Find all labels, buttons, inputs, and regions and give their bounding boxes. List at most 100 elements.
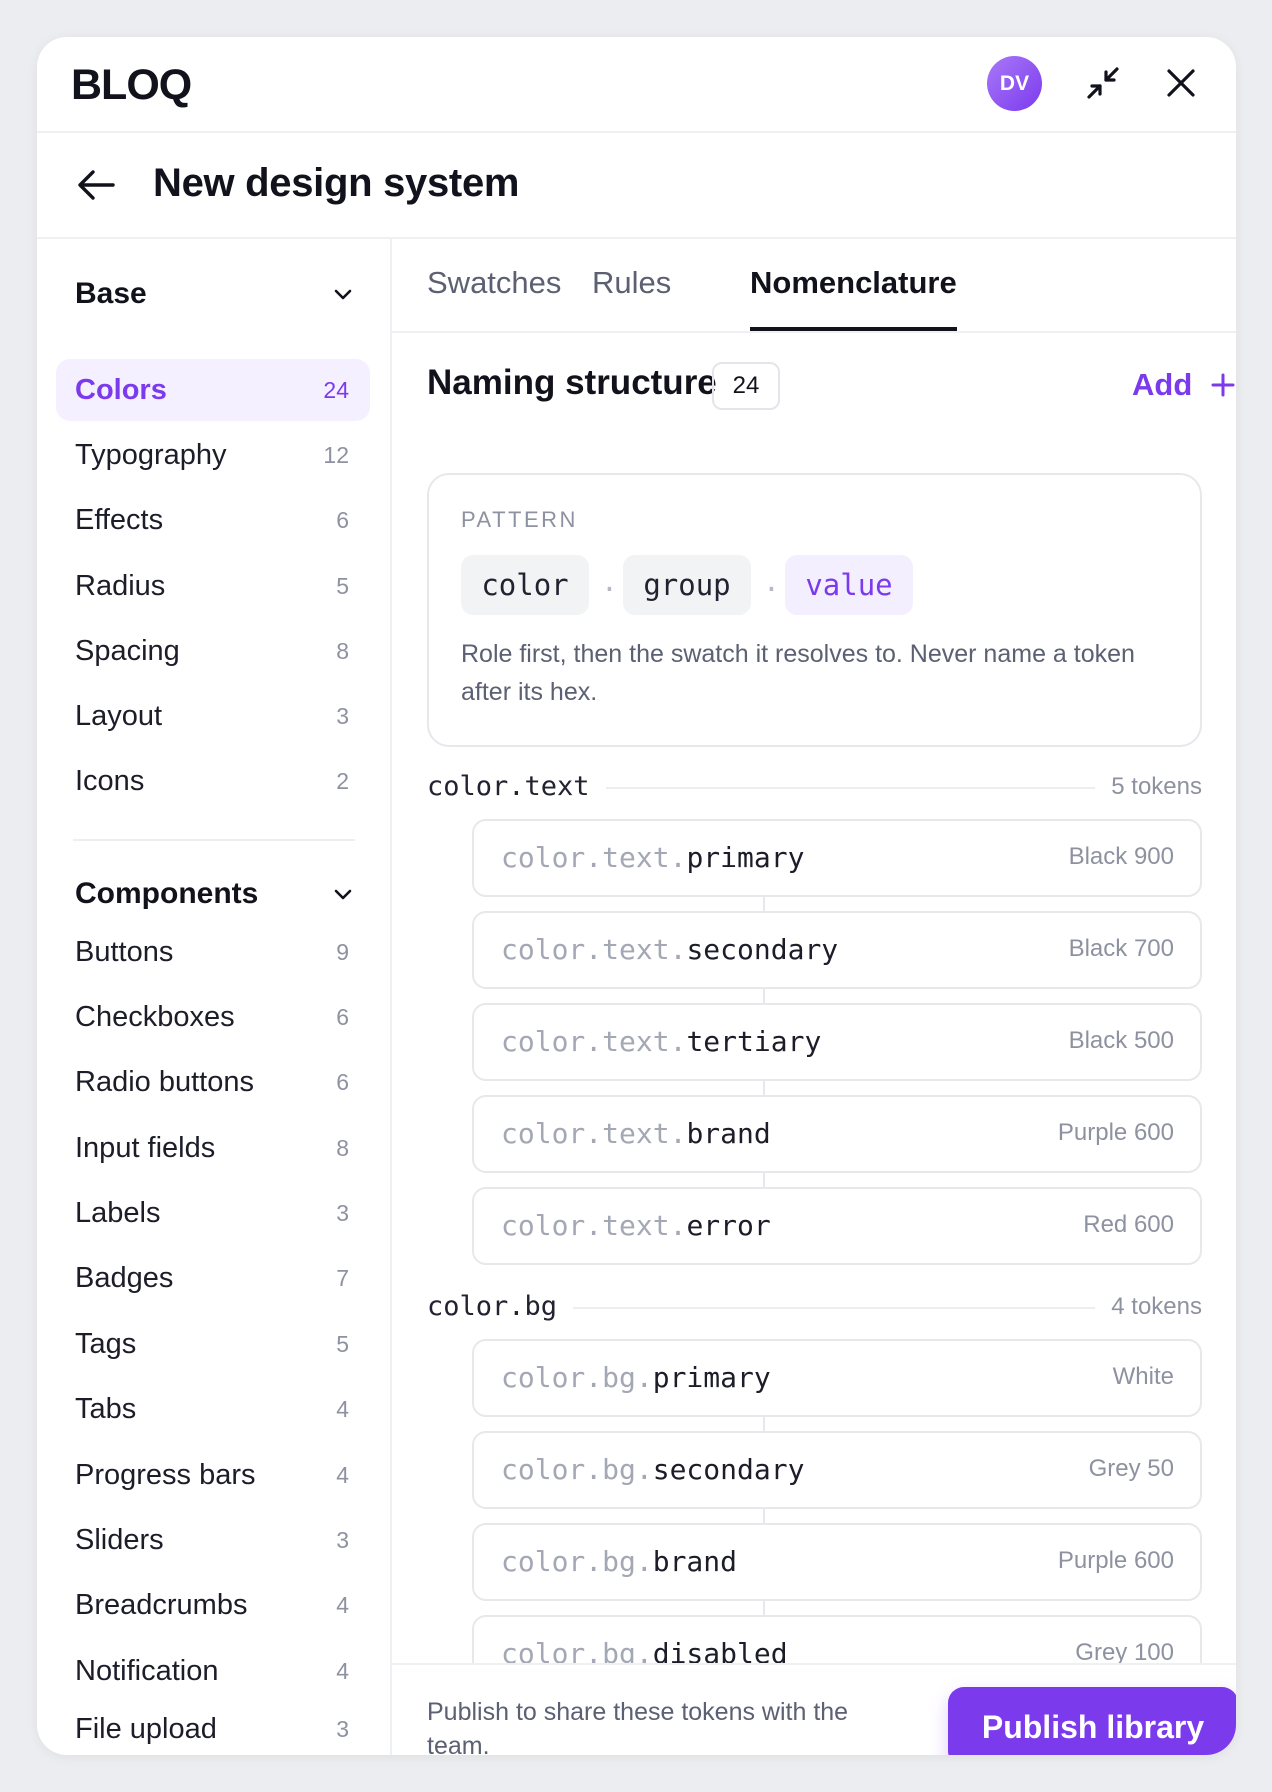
publish-library-button[interactable]: Publish library: [948, 1687, 1236, 1755]
sidebar-item-label: Buttons: [75, 935, 174, 968]
sidebar-item-layout[interactable]: Layout 3: [56, 685, 370, 747]
sidebar-item-count: 7: [336, 1264, 349, 1291]
footer-bar: Publish to share these tokens with the t…: [392, 1663, 1236, 1755]
pattern-separator: .: [763, 565, 780, 598]
section-label: Components: [75, 877, 259, 910]
footer-text: Publish to share these tokens with the t…: [427, 1698, 849, 1755]
pattern-card: PATTERN color . group . value Role first…: [427, 473, 1202, 747]
token-value: Purple 600: [1057, 1547, 1174, 1574]
sidebar-item-label: Typography: [75, 438, 227, 471]
sidebar: Base Colors 24 Typography 12 Effects 6 R…: [37, 239, 392, 1755]
sidebar-item-effects[interactable]: Effects 6: [56, 489, 370, 551]
token-value: Grey 100: [1075, 1639, 1174, 1663]
token-value: Red 600: [1083, 1211, 1174, 1238]
plus-icon: [1211, 373, 1235, 397]
add-button[interactable]: Add: [1132, 367, 1236, 403]
sidebar-item-progress-bars[interactable]: Progress bars 4: [56, 1444, 370, 1506]
token-name: color.bg.primary: [501, 1361, 771, 1394]
sidebar-item-label: Breadcrumbs: [75, 1588, 248, 1621]
main-panel: Swatches Rules Nomenclature Naming struc…: [392, 239, 1236, 1755]
sidebar-item-labels[interactable]: Labels 3: [56, 1182, 370, 1244]
sidebar-item-notification[interactable]: Notification 4: [56, 1640, 370, 1702]
sidebar-item-label: Badges: [75, 1261, 174, 1294]
sidebar-item-checkboxes[interactable]: Checkboxes 6: [56, 986, 370, 1048]
sidebar-divider: [73, 839, 355, 841]
sidebar-item-count: 5: [336, 572, 349, 599]
group-name: color.bg: [427, 1291, 574, 1322]
token-prefix: color.bg.: [501, 1637, 653, 1663]
token-row[interactable]: color.bg.primary White: [472, 1339, 1202, 1417]
sidebar-item-input-fields[interactable]: Input fields 8: [56, 1117, 370, 1179]
collapse-button[interactable]: [1081, 61, 1125, 105]
sidebar-item-count: 3: [336, 1526, 349, 1553]
sidebar-item-breadcrumbs[interactable]: Breadcrumbs 4: [56, 1574, 370, 1636]
token-prefix: color.text.: [501, 1117, 687, 1150]
token-prefix: color.text.: [501, 1209, 687, 1242]
sidebar-item-count: 4: [336, 1591, 349, 1618]
sidebar-item-label: Tabs: [75, 1392, 137, 1425]
token-row[interactable]: color.text.tertiary Black 500: [472, 1003, 1202, 1081]
sidebar-item-label: Radius: [75, 569, 166, 602]
user-avatar[interactable]: DV: [987, 56, 1042, 111]
token-row[interactable]: color.text.secondary Black 700: [472, 911, 1202, 989]
token-row[interactable]: color.text.brand Purple 600: [472, 1095, 1202, 1173]
sidebar-item-count: 12: [323, 441, 349, 468]
title-bar: New design system: [37, 133, 1236, 239]
group-name: color.text: [427, 771, 606, 802]
token-row[interactable]: color.bg.brand Purple 600: [472, 1523, 1202, 1601]
token-suffix: brand: [652, 1545, 738, 1578]
chevron-down-icon: [334, 289, 352, 300]
close-icon: [1167, 69, 1195, 97]
token-suffix: primary: [652, 1361, 771, 1394]
sidebar-item-count: 8: [336, 1134, 349, 1161]
sidebar-item-buttons[interactable]: Buttons 9: [56, 921, 370, 983]
sidebar-item-tabs[interactable]: Tabs 4: [56, 1378, 370, 1440]
sidebar-item-count: 3: [336, 1715, 349, 1742]
scroll-area[interactable]: Naming structure 24 Add PATTERN color . …: [392, 239, 1236, 1663]
back-button[interactable]: [75, 163, 119, 207]
sidebar-item-count: 2: [336, 767, 349, 794]
token-name: color.bg.brand: [501, 1545, 737, 1578]
sidebar-item-label: File upload: [75, 1712, 217, 1745]
sidebar-item-colors[interactable]: Colors 24: [56, 359, 370, 421]
arrow-left-icon: [78, 170, 115, 200]
sidebar-item-file-upload[interactable]: File upload 3: [56, 1704, 370, 1754]
token-name: color.text.error: [501, 1209, 771, 1242]
pattern-label: PATTERN: [461, 507, 578, 532]
token-row[interactable]: color.bg.secondary Grey 50: [472, 1431, 1202, 1509]
sidebar-item-tags[interactable]: Tags 5: [56, 1313, 370, 1375]
add-label: Add: [1132, 367, 1193, 402]
sidebar-item-radius[interactable]: Radius 5: [56, 555, 370, 617]
chevron-down-icon: [334, 889, 352, 900]
sidebar-item-radio-buttons[interactable]: Radio buttons 6: [56, 1051, 370, 1113]
pattern-separator: .: [601, 565, 618, 598]
token-row[interactable]: color.bg.disabled Grey 100: [472, 1615, 1202, 1663]
token-row[interactable]: color.text.error Red 600: [472, 1187, 1202, 1265]
token-prefix: color.text.: [501, 841, 687, 874]
token-name: color.text.brand: [501, 1117, 771, 1150]
sidebar-item-count: 4: [336, 1395, 349, 1422]
token-prefix: color.bg.: [501, 1545, 653, 1578]
section-header-components[interactable]: Components: [75, 869, 355, 919]
section-header-base[interactable]: Base: [75, 269, 355, 319]
token-row[interactable]: color.text.primary Black 900: [472, 819, 1202, 897]
close-button[interactable]: [1159, 61, 1203, 105]
sidebar-item-badges[interactable]: Badges 7: [56, 1247, 370, 1309]
sidebar-item-label: Labels: [75, 1196, 161, 1229]
sidebar-item-label: Effects: [75, 503, 164, 536]
token-prefix: color.text.: [501, 1025, 687, 1058]
sidebar-item-icons[interactable]: Icons 2: [56, 750, 370, 812]
sidebar-item-count: 9: [336, 938, 349, 965]
sidebar-item-label: Sliders: [75, 1523, 164, 1556]
token-name: color.text.primary: [501, 841, 804, 874]
app-logo: BLOQ: [71, 61, 192, 109]
sidebar-item-label: Layout: [75, 699, 163, 732]
token-value: Purple 600: [1057, 1119, 1174, 1146]
sidebar-item-sliders[interactable]: Sliders 3: [56, 1509, 370, 1571]
token-value: Grey 50: [1088, 1455, 1174, 1482]
token-prefix: color.bg.: [501, 1453, 653, 1486]
sidebar-item-count: 8: [336, 637, 349, 664]
pattern-chip-group: group: [623, 555, 751, 615]
sidebar-item-spacing[interactable]: Spacing 8: [56, 620, 370, 682]
sidebar-item-typography[interactable]: Typography 12: [56, 424, 370, 486]
